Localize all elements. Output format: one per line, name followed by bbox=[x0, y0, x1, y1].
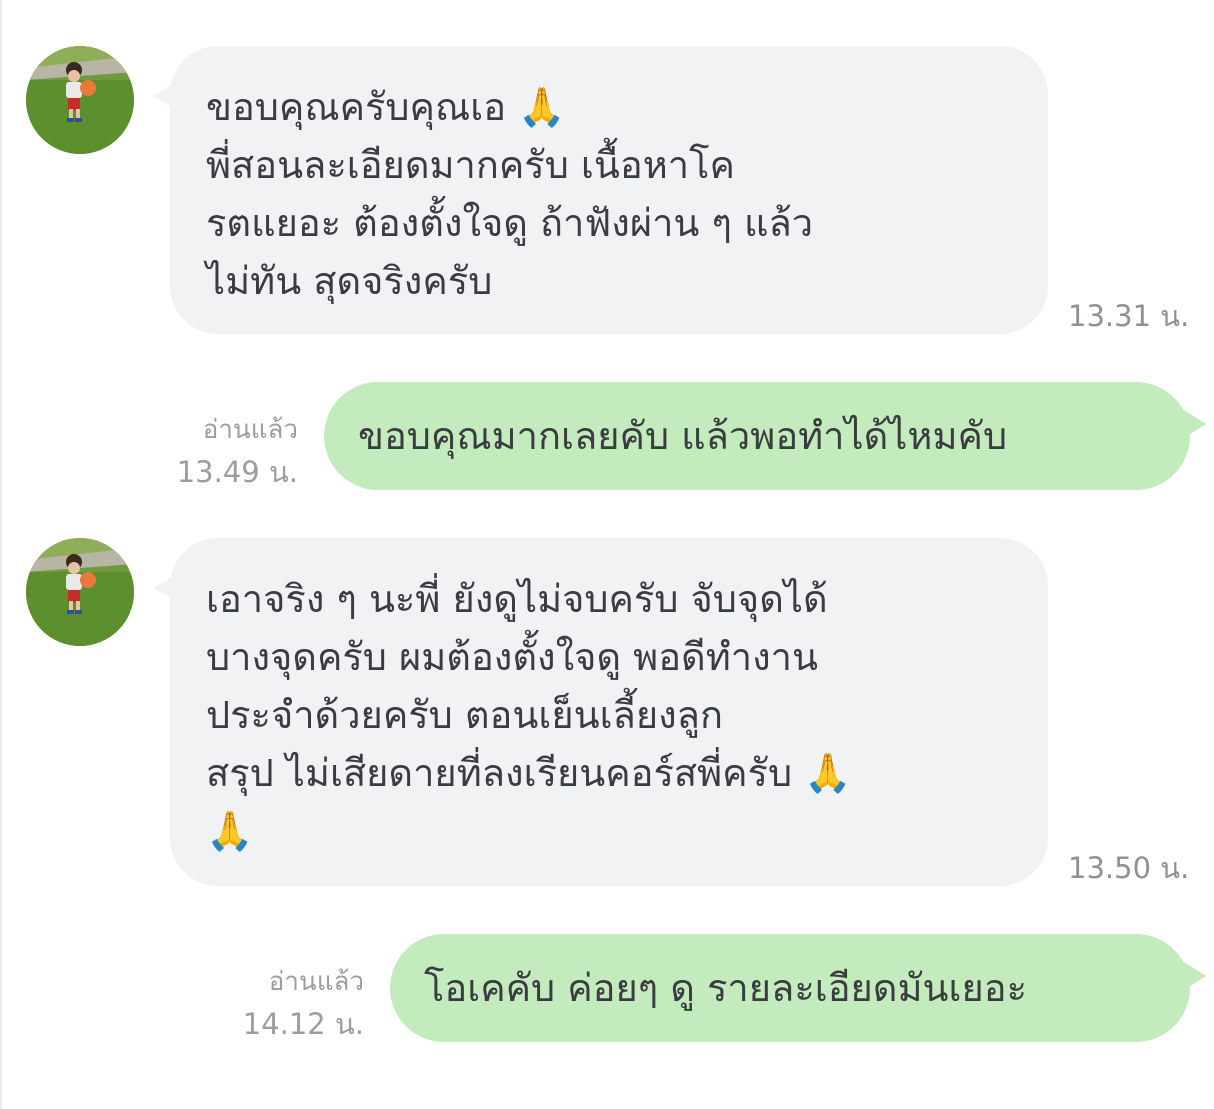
child-photo-avatar-icon bbox=[26, 46, 134, 154]
message-text-line: 🙏 bbox=[206, 809, 254, 853]
chat-thread: ขอบคุณครับคุณเอ 🙏 พี่สอนละเอียดมากครับ เ… bbox=[0, 0, 1214, 1109]
message-text: โอเคคับ ค่อยๆ ดู รายละเอียดมันเยอะ bbox=[424, 966, 1027, 1010]
message-bubble-outgoing[interactable]: ขอบคุณมากเลยคับ แล้วพอทำได้ไหมคับ bbox=[324, 382, 1206, 490]
message-timestamp: 13.31 น. bbox=[1068, 299, 1190, 333]
message-text-line: พี่สอนละเอียดมากครับ เนื้อหาโค bbox=[206, 143, 735, 187]
message-bubble-outgoing[interactable]: โอเคคับ ค่อยๆ ดู รายละเอียดมันเยอะ bbox=[390, 934, 1206, 1042]
read-receipt: อ่านแล้ว bbox=[268, 967, 364, 997]
message-meta: อ่านแล้ว 13.49 น. bbox=[160, 410, 298, 494]
left-edge-divider bbox=[0, 0, 2, 1109]
message-timestamp: 13.49 น. bbox=[176, 455, 298, 489]
sender-avatar[interactable] bbox=[26, 538, 134, 646]
message-text-line: ประจำด้วยครับ ตอนเย็นเลี้ยงลูก bbox=[206, 693, 723, 737]
message-bubble-incoming[interactable]: เอาจริง ๆ นะพี่ ยังดูไม่จบครับ จับจุดได้… bbox=[154, 538, 1048, 886]
message-text-line: เอาจริง ๆ นะพี่ ยังดูไม่จบครับ จับจุดได้ bbox=[206, 577, 828, 621]
read-receipt: อ่านแล้ว bbox=[202, 415, 298, 445]
message-timestamp: 14.12 น. bbox=[242, 1007, 364, 1041]
message-text-line: รตแยอะ ต้องตั้งใจดู ถ้าฟังผ่าน ๆ แล้ว bbox=[206, 201, 814, 245]
message-text-line: ขอบคุณครับคุณเอ 🙏 bbox=[206, 85, 566, 129]
message-text-line: สรุป ไม่เสียดายที่ลงเรียนคอร์สพี่ครับ 🙏 bbox=[206, 751, 852, 795]
child-photo-avatar-icon bbox=[26, 538, 134, 646]
message-text-line: บางจุดครับ ผมต้องตั้งใจดู พอดีทำงาน bbox=[206, 635, 818, 679]
message-timestamp: 13.50 น. bbox=[1068, 851, 1190, 885]
message-text-line: ไม่ทัน สุดจริงครับ bbox=[206, 259, 493, 303]
message-text: ขอบคุณมากเลยคับ แล้วพอทำได้ไหมคับ bbox=[358, 414, 1008, 458]
sender-avatar[interactable] bbox=[26, 46, 134, 154]
message-meta: อ่านแล้ว 14.12 น. bbox=[226, 962, 364, 1046]
message-bubble-incoming[interactable]: ขอบคุณครับคุณเอ 🙏 พี่สอนละเอียดมากครับ เ… bbox=[154, 46, 1048, 334]
